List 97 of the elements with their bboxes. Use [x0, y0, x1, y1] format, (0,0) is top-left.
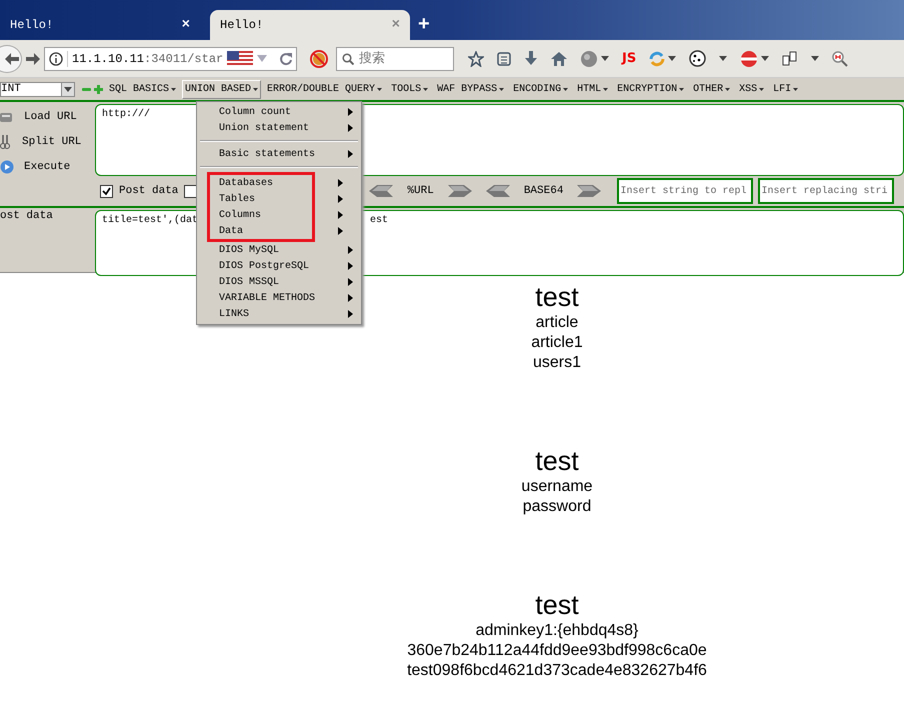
cookie-icon[interactable]: [689, 50, 706, 67]
tab-title: Hello!: [10, 18, 54, 32]
toolbar-menu[interactable]: ERROR/DOUBLE QUERY: [264, 80, 386, 98]
caret-icon: [171, 88, 176, 90]
post-data-label: ost data: [0, 209, 53, 222]
blocked-icon[interactable]: [310, 50, 328, 68]
right-arrow-icon[interactable]: [577, 185, 602, 197]
js-button[interactable]: JS: [622, 51, 636, 66]
new-tab-button[interactable]: +: [418, 13, 430, 36]
menu-item[interactable]: LINKS: [197, 306, 361, 322]
download-icon[interactable]: [524, 51, 538, 66]
tab-title: Hello!: [220, 18, 264, 32]
toolbar-menu[interactable]: ENCODING: [510, 80, 572, 98]
dropdown-icon: [719, 56, 728, 61]
star-icon[interactable]: [468, 50, 484, 66]
search-icon: [342, 52, 354, 64]
menu-item[interactable]: Columns: [210, 207, 351, 223]
caret-icon: [563, 88, 568, 90]
left-arrow-icon[interactable]: [369, 185, 394, 197]
target-icon[interactable]: [740, 50, 758, 68]
encoding-label: %URL: [407, 185, 434, 197]
reading-list-icon[interactable]: [497, 51, 511, 66]
toolbar-menu[interactable]: UNION BASED: [182, 80, 262, 98]
globe-icon[interactable]: [580, 50, 598, 68]
toolbar-menu[interactable]: LFI: [770, 80, 802, 98]
dropdown-icon: [811, 56, 820, 61]
caret-icon: [725, 88, 730, 90]
result-line: test098f6bcd4621d373cade4e832627b4f6: [407, 661, 707, 681]
info-icon[interactable]: [49, 52, 63, 66]
result-line: users1: [532, 353, 581, 373]
close-tab-button[interactable]: ×: [182, 17, 190, 33]
encoding-label: BASE64: [524, 185, 564, 197]
zoom-icon[interactable]: [832, 50, 848, 66]
toolbar-menu[interactable]: SQL BASICS: [106, 80, 180, 98]
toolbar-menu[interactable]: WAF BYPASS: [434, 80, 508, 98]
caret-icon: [423, 88, 428, 90]
result-line: article1: [531, 333, 583, 353]
caret-icon: [679, 88, 684, 90]
menu-item[interactable]: Databases: [210, 175, 351, 191]
url-text: 11.1.10.11:34011/star: [72, 52, 224, 66]
type-select[interactable]: INT: [0, 82, 75, 96]
result-line: 360e7b24b112a44fdd9ee93bdf998c6ca0e: [407, 641, 707, 661]
menu-item[interactable]: DIOS MySQL: [197, 242, 361, 258]
result-line: password: [522, 497, 592, 517]
left-arrow-icon[interactable]: [486, 185, 510, 197]
right-arrow-icon[interactable]: [448, 185, 472, 197]
forward-icon[interactable]: [26, 52, 40, 64]
search-field[interactable]: 搜索: [336, 46, 454, 70]
toolbar-menu[interactable]: OTHER: [690, 80, 734, 98]
caret-icon: [603, 88, 608, 90]
dropdown-icon: [601, 56, 609, 61]
menu-item[interactable]: Column count: [197, 104, 361, 120]
back-button[interactable]: [0, 44, 22, 72]
dropdown-icon: [668, 56, 676, 61]
result-line: username: [521, 477, 593, 497]
dropdown-icon: [761, 56, 770, 61]
back-arrow-icon: [5, 52, 19, 64]
dropdown-icon: [64, 86, 72, 92]
result-heading: test: [535, 281, 579, 313]
checkbox[interactable]: [184, 184, 198, 198]
replace-field[interactable]: Insert replacing stri: [758, 178, 894, 204]
caret-icon: [377, 88, 382, 90]
reload-icon[interactable]: [279, 52, 294, 66]
toolbar-menu[interactable]: XSS: [736, 80, 768, 98]
checkbox[interactable]: [100, 184, 113, 198]
menu-item[interactable]: Data: [210, 223, 351, 239]
result-heading: test: [535, 445, 579, 477]
browser-tab[interactable]: Hello! ×: [0, 10, 200, 40]
caret-icon: [253, 88, 258, 90]
submenu-arrow-icon: [348, 150, 353, 158]
menu-item[interactable]: Union statement: [197, 120, 361, 136]
home-icon[interactable]: [551, 52, 567, 66]
result-line: article: [536, 313, 578, 333]
action-button[interactable]: Split URL: [22, 136, 82, 148]
action-button[interactable]: Execute: [24, 160, 70, 172]
result-heading: test: [535, 589, 579, 621]
caret-icon: [793, 88, 798, 90]
caret-icon: [759, 88, 764, 90]
toolbar-menu[interactable]: ENCRYPTION: [614, 80, 688, 98]
sync-icon[interactable]: [649, 50, 666, 66]
menu-item[interactable]: DIOS MSSQL: [197, 274, 361, 290]
flag-icon: [227, 50, 254, 66]
menu-item[interactable]: Tables: [210, 191, 351, 207]
caret-icon: [499, 88, 504, 90]
menu-item[interactable]: VARIABLE METHODS: [197, 290, 361, 306]
action-button[interactable]: Load URL: [24, 110, 77, 122]
pages-icon[interactable]: [782, 50, 798, 66]
result-line: adminkey1:{ehbdq4s8}: [476, 621, 638, 641]
menu-item[interactable]: Basic statements: [197, 146, 361, 162]
address-bar[interactable]: 11.1.10.11:34011/star: [44, 46, 297, 70]
toolbar-menu[interactable]: TOOLS: [388, 80, 432, 98]
replace-field[interactable]: Insert string to repl: [617, 178, 754, 204]
browser-tab[interactable]: Hello! ×: [210, 10, 410, 40]
play-icon: [0, 160, 14, 174]
menu-item[interactable]: DIOS PostgreSQL: [197, 258, 361, 274]
toolbar-menu[interactable]: HTML: [574, 80, 612, 98]
checkbox-label: Post data: [119, 185, 178, 197]
